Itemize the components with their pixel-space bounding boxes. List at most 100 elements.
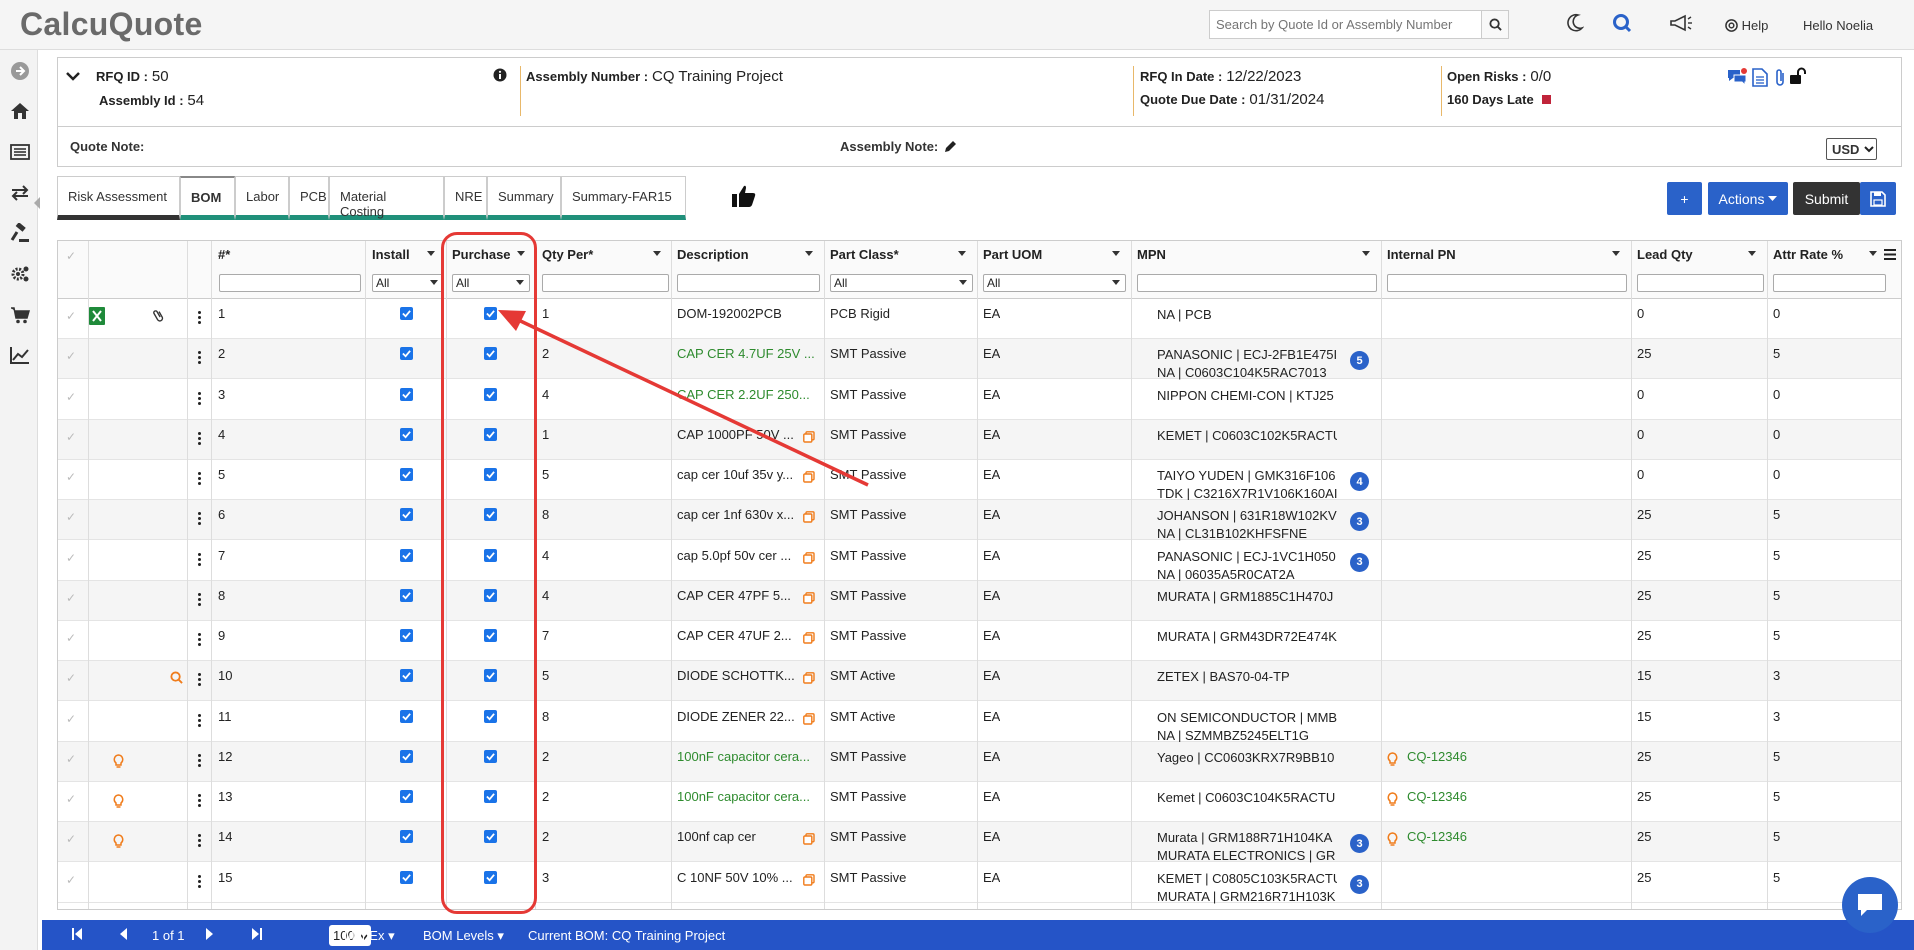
filter-description-input[interactable] — [677, 274, 820, 292]
filter-number-input[interactable] — [219, 274, 361, 292]
gavel-icon[interactable] — [9, 222, 31, 244]
shopping-cart-icon[interactable] — [9, 304, 31, 326]
mpn-value[interactable]: Yageo | CC0603KRX7R9BB10 — [1157, 749, 1337, 767]
row-menu-kebab-icon[interactable] — [198, 633, 201, 648]
internal-pn-link[interactable]: CQ-12346 — [1407, 749, 1467, 764]
row-check-icon[interactable]: ✓ — [66, 390, 76, 404]
document-icon[interactable] — [1752, 68, 1768, 90]
mpn-value[interactable]: Murata | GRM188R71H104KA MURATA ELECTRONI… — [1157, 829, 1337, 865]
tab-labor[interactable]: Labor — [235, 176, 289, 220]
install-checkbox[interactable] — [400, 830, 413, 844]
row-check-icon[interactable]: ✓ — [66, 510, 76, 524]
install-checkbox[interactable] — [400, 629, 413, 642]
add-button[interactable]: + — [1667, 182, 1702, 215]
description-value[interactable]: CAP CER 47UF 2... — [677, 628, 802, 643]
col-header-part-class[interactable]: Part Class* — [830, 247, 899, 262]
description-value[interactable]: cap cer 1nf 630v x... — [677, 507, 802, 522]
description-value[interactable]: 100nF capacitor cera... — [677, 789, 822, 804]
table-row[interactable]: ✓ 9 7 CAP CER 47UF 2... SMT Passive EA MURATA … — [58, 621, 1901, 661]
copy-description-icon[interactable] — [803, 510, 815, 523]
row-menu-kebab-icon[interactable] — [198, 874, 201, 890]
purchase-checkbox[interactable] — [484, 548, 497, 562]
row-menu-kebab-icon[interactable] — [198, 431, 201, 447]
col-header-number[interactable]: #* — [218, 247, 230, 262]
table-row[interactable]: ✓ 2 2 CAP CER 4.7UF 25V ... SMT Passive EA PAN… — [58, 339, 1901, 382]
thumbs-up-icon[interactable] — [731, 184, 757, 211]
mpn-count-badge[interactable]: 3 — [1350, 834, 1369, 854]
description-value[interactable]: 100nF capacitor cera... — [677, 749, 822, 764]
filter-uom-select[interactable]: All — [983, 274, 1126, 292]
search-button[interactable] — [1481, 11, 1508, 38]
row-menu-kebab-icon[interactable] — [198, 834, 201, 849]
purchase-menu-caret-icon[interactable] — [517, 251, 525, 256]
attachment-paperclip-icon[interactable] — [1774, 68, 1786, 90]
row-check-icon[interactable]: ✓ — [66, 430, 76, 444]
suggestion-bulb-icon[interactable] — [113, 834, 124, 851]
table-row[interactable]: ✓ 14 2 100nf cap cer SMT Passive EA Murata | G… — [58, 822, 1901, 865]
ipn-menu-caret-icon[interactable] — [1612, 251, 1620, 256]
description-value[interactable]: DIODE ZENER 22... — [677, 709, 802, 724]
purchase-checkbox[interactable] — [484, 669, 497, 683]
column-menu-hamburger-icon[interactable] — [1884, 247, 1896, 263]
row-menu-kebab-icon[interactable] — [198, 673, 201, 688]
announcement-megaphone-icon[interactable] — [1669, 13, 1693, 36]
col-header-install[interactable]: Install — [372, 247, 410, 262]
tab-material-costing[interactable]: Material Costing — [329, 176, 444, 220]
app-logo[interactable]: CalcuQuote — [20, 6, 203, 43]
install-checkbox[interactable] — [400, 508, 413, 522]
filter-mpn-input[interactable] — [1137, 274, 1377, 292]
description-value[interactable]: C 10NF 50V 10% ... — [677, 870, 802, 885]
col-header-mpn[interactable]: MPN — [1137, 247, 1166, 262]
qty-menu-caret-icon[interactable] — [653, 251, 661, 256]
install-checkbox[interactable] — [400, 307, 413, 320]
row-menu-kebab-icon[interactable] — [198, 753, 201, 769]
mpn-value[interactable]: JOHANSON | 631R18W102KV NA | CL31B102KHFS… — [1157, 507, 1337, 543]
mpn-value[interactable]: PANASONIC | ECJ-2FB1E475I NA | C0603C104K… — [1157, 346, 1337, 382]
search-part-icon[interactable] — [170, 671, 183, 687]
mpn-count-badge[interactable]: 3 — [1350, 512, 1369, 532]
partclass-menu-caret-icon[interactable] — [958, 251, 966, 256]
table-row[interactable]: ✓ 10 5 DIODE SCHOTTK... SMT Active EA ZETEX | … — [58, 661, 1901, 702]
copy-description-icon[interactable] — [803, 873, 815, 886]
uom-menu-caret-icon[interactable] — [1112, 251, 1120, 256]
table-row[interactable]: ✓ 4 1 CAP 1000PF 50V ... SMT Passive EA KEMET … — [58, 419, 1901, 460]
actions-dropdown-button[interactable]: Actions — [1708, 182, 1788, 215]
table-row[interactable]: ✓ 15 3 C 10NF 50V 10% ... SMT Passive EA KEMET… — [58, 862, 1901, 906]
install-checkbox[interactable] — [400, 548, 413, 562]
row-check-icon[interactable]: ✓ — [66, 551, 76, 565]
row-menu-kebab-icon[interactable] — [198, 713, 201, 729]
row-check-icon[interactable]: ✓ — [66, 752, 76, 766]
mpn-count-badge[interactable]: 3 — [1350, 552, 1369, 572]
row-check-icon[interactable]: ✓ — [66, 631, 76, 645]
install-checkbox[interactable] — [400, 427, 413, 441]
edit-pencil-icon[interactable] — [944, 140, 957, 156]
row-check-icon[interactable]: ✓ — [66, 873, 76, 887]
row-menu-kebab-icon[interactable] — [198, 472, 201, 487]
col-header-qty-per[interactable]: Qty Per* — [542, 247, 593, 262]
collapse-header-chevron-icon[interactable] — [66, 68, 80, 84]
row-check-icon[interactable]: ✓ — [66, 309, 76, 323]
attr-menu-caret-icon[interactable] — [1869, 251, 1877, 256]
row-menu-kebab-icon[interactable] — [198, 552, 201, 568]
col-header-purchase[interactable]: Purchase — [452, 247, 511, 262]
filter-qty-input[interactable] — [542, 274, 669, 292]
help-link[interactable]: Help — [1725, 18, 1768, 33]
row-menu-kebab-icon[interactable] — [198, 512, 201, 527]
copy-description-icon[interactable] — [803, 591, 815, 604]
save-button[interactable] — [1860, 182, 1896, 215]
copy-description-icon[interactable] — [803, 671, 815, 684]
row-check-icon[interactable]: ✓ — [66, 671, 76, 685]
install-checkbox[interactable] — [400, 468, 413, 481]
purchase-checkbox[interactable] — [484, 870, 497, 884]
row-menu-kebab-icon[interactable] — [198, 794, 201, 809]
row-menu-kebab-icon[interactable] — [198, 351, 201, 366]
submit-button[interactable]: Submit — [1793, 182, 1860, 215]
internal-pn-link[interactable]: CQ-12346 — [1407, 829, 1467, 844]
suggestion-bulb-icon[interactable] — [113, 794, 124, 811]
mpn-menu-caret-icon[interactable] — [1362, 251, 1370, 256]
select-all-check-icon[interactable]: ✓ — [66, 249, 76, 263]
table-row[interactable]: ✓ 1 1 DOM-192002PCB PCB Rigid EA NA | PCB 0 0 — [58, 299, 1901, 339]
mpn-value[interactable]: KEMET | C0805C103K5RACTU MURATA | GRM216R… — [1157, 870, 1337, 906]
purchase-checkbox[interactable] — [484, 830, 497, 844]
mpn-value[interactable]: KEMET | C0603C102K5RACTU — [1157, 427, 1337, 445]
